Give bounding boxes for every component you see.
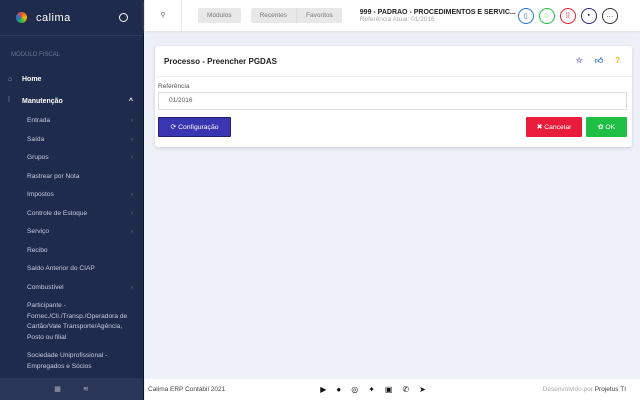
developer-name[interactable]: Projetus TI	[595, 386, 626, 393]
configuration-label: Configuração	[178, 123, 219, 131]
instagram-icon[interactable]: ◎	[351, 385, 358, 394]
subitem-label: Saída	[27, 135, 45, 143]
calendar-icon[interactable]: ▦	[54, 385, 61, 393]
thumbs-up-icon[interactable]: 👍︎	[595, 56, 603, 66]
sidebar-subitem[interactable]: Participante - Fornec./Cli./Transp./Oper…	[0, 297, 143, 347]
reference-label: Referência	[158, 83, 190, 90]
subitem-label: Rastrear por Nota	[27, 172, 80, 180]
help-icon[interactable]: ?	[615, 56, 620, 66]
close-icon: ✖	[536, 124, 545, 131]
sidebar-subitem[interactable]: Combustível ›	[0, 279, 143, 298]
current-reference: Referência Atual: 01/2016	[359, 15, 435, 23]
refresh-icon: ⟳	[170, 124, 179, 131]
app-name: calima	[36, 11, 71, 24]
chevron-right-icon: ›	[130, 135, 133, 143]
sidebar-subitem[interactable]: Entrada ›	[0, 112, 143, 131]
search-icon[interactable]: ⚲	[145, 0, 182, 31]
subitem-label: Participante - Fornec./Cli./Transp./Oper…	[27, 302, 128, 341]
chat-icon[interactable]: ▪	[580, 7, 597, 24]
maintenance-label: Manutenção	[22, 97, 63, 105]
layers-icon[interactable]: ≋	[83, 385, 89, 393]
social-links: ▶ ● ◎ ✦ ▣ ✆ ➤	[320, 385, 426, 394]
modules-button[interactable]: Módulos	[198, 8, 241, 23]
company-name: 999 - PADRAO - PROCEDIMENTOS E SERVIC...	[359, 8, 516, 16]
sidebar-subitem[interactable]: Recibo	[0, 242, 143, 261]
sidebar-header: calima	[0, 0, 143, 36]
subitem-label: Controle de Estoque	[27, 209, 88, 217]
header: ⚲ Módulos Recentes Favoritos 999 - PADRA…	[145, 0, 640, 31]
section-title: MÓDULO FISCAL	[11, 52, 61, 58]
submenu: Entrada › Saída › Grupos › Rastrear por Nota Im…	[0, 112, 143, 376]
gear-icon: ✿	[597, 124, 606, 131]
facebook-icon[interactable]: ●	[336, 385, 341, 394]
sidebar-item-maintenance[interactable]: ⫶ Manutenção ^	[0, 90, 143, 112]
star-icon[interactable]: ☆	[576, 56, 583, 66]
ok-label: OK	[605, 123, 616, 131]
bell-icon[interactable]: ♘	[538, 7, 555, 24]
more-icon[interactable]: …	[601, 7, 618, 24]
settings-icon[interactable]	[119, 13, 128, 22]
sidebar-subitem[interactable]: Controle de Estoque ›	[0, 205, 143, 224]
developer-prefix: Desenvolvido por	[542, 386, 593, 393]
card-title: Processo - Preencher PGDAS	[164, 56, 277, 66]
telegram-icon[interactable]: ➤	[419, 385, 426, 394]
whatsapp-icon[interactable]: ✆	[402, 385, 409, 394]
sidebar-subitem[interactable]: Saldo Anterior do CIAP	[0, 260, 143, 279]
favorites-button[interactable]: Favoritos	[296, 8, 342, 23]
calima-logo-icon	[16, 12, 27, 23]
recent-button[interactable]: Recentes	[251, 8, 296, 23]
chevron-right-icon: ›	[130, 191, 133, 198]
sidebar: calima MÓDULO FISCAL ⌂ Home ⫶ Manutenção ^ …	[0, 0, 144, 400]
subitem-label: Grupos	[27, 154, 49, 161]
subitem-label: Combustível	[27, 283, 64, 291]
card-header: Processo - Preencher PGDAS ☆ 👍︎ ?	[155, 46, 632, 77]
home-label: Home	[22, 75, 42, 83]
company-info[interactable]: 999 - PADRAO - PROCEDIMENTOS E SERVIC...…	[359, 8, 516, 23]
sidebar-subitem[interactable]: Saída ›	[0, 131, 143, 150]
recent-favorites-group: Recentes Favoritos	[250, 8, 342, 23]
linkedin-icon[interactable]: ▣	[385, 385, 393, 394]
subitem-label: Saldo Anterior do CIAP	[27, 265, 95, 272]
cancel-label: Cancelar	[544, 123, 572, 131]
sidebar-footer: ▦ ≋	[0, 378, 143, 400]
sidebar-subitem[interactable]: Grupos ›	[0, 149, 143, 168]
sidebar-item-home[interactable]: ⌂ Home	[0, 68, 143, 90]
cancel-button[interactable]: ✖ Cancelar	[526, 117, 582, 137]
sidebar-subitem[interactable]: Serviço ›	[0, 223, 143, 242]
copyright: Calima ERP Contábil 2021	[148, 386, 226, 393]
subitem-label: Sociedade Uniprofissional - Empregados e…	[27, 352, 108, 370]
sidebar-subitem[interactable]: Sociedade Uniprofissional - Empregados e…	[0, 347, 143, 376]
tools-icon: ⫶	[8, 97, 10, 104]
configuration-button[interactable]: ⟳ Configuração	[158, 117, 231, 137]
chevron-right-icon: ›	[130, 283, 133, 291]
twitter-icon[interactable]: ✦	[368, 385, 375, 394]
chevron-right-icon: ›	[130, 228, 133, 235]
youtube-icon[interactable]: ▶	[320, 385, 326, 394]
chevron-right-icon: ›	[130, 154, 133, 161]
subitem-label: Impostos	[27, 191, 54, 198]
home-icon: ⌂	[8, 75, 13, 83]
apps-icon[interactable]: ⠿	[559, 7, 576, 24]
developer-credit: Desenvolvido por Projetus TI	[543, 386, 626, 393]
subitem-label: Recibo	[27, 246, 48, 254]
subitem-label: Serviço	[27, 228, 49, 235]
sidebar-subitem[interactable]: Rastrear por Nota	[0, 168, 143, 187]
chevron-up-icon: ^	[128, 97, 133, 105]
building-icon[interactable]: ▯	[517, 7, 534, 24]
footer: Calima ERP Contábil 2021 ▶ ● ◎ ✦ ▣ ✆ ➤ D…	[145, 379, 640, 400]
process-card: Processo - Preencher PGDAS ☆ 👍︎ ? Referê…	[155, 46, 632, 147]
reference-input[interactable]: 01/2016	[158, 92, 627, 110]
chevron-right-icon: ›	[130, 117, 133, 124]
subitem-label: Entrada	[27, 117, 51, 124]
ok-button[interactable]: ✿ OK	[586, 117, 627, 137]
sidebar-subitem[interactable]: Impostos ›	[0, 186, 143, 205]
chevron-right-icon: ›	[130, 209, 133, 217]
